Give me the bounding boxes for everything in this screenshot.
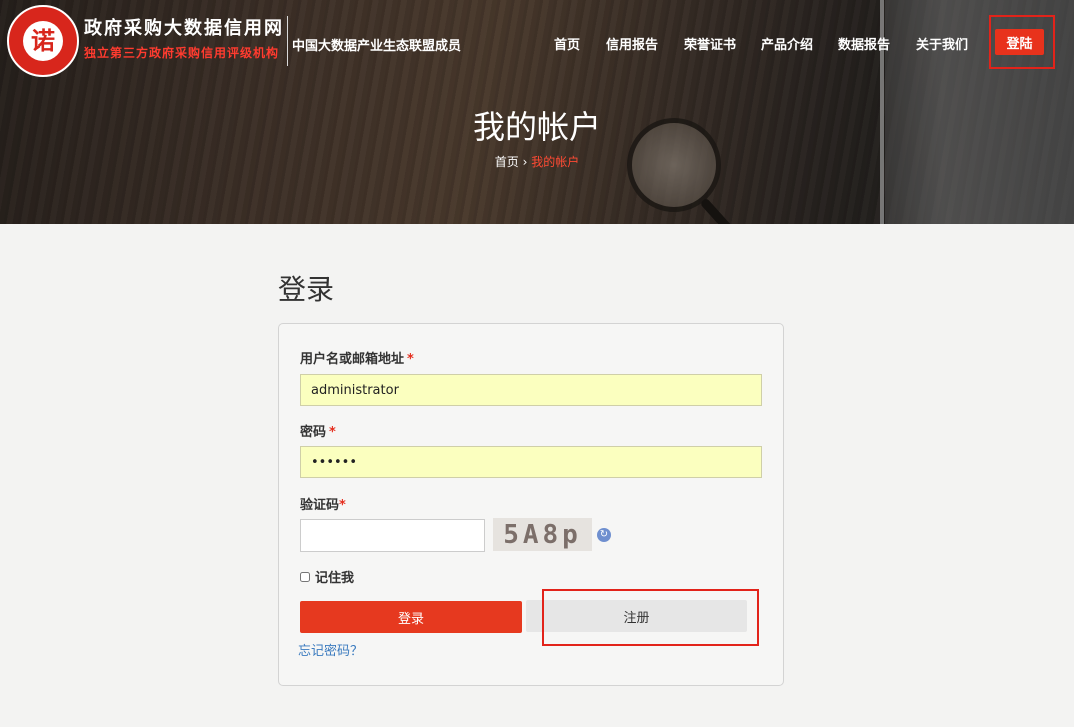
breadcrumb-home[interactable]: 首页 [495, 155, 519, 169]
logo-mark: 诺 [31, 26, 55, 55]
username-field[interactable] [300, 374, 762, 406]
highlight-box-register [542, 589, 759, 646]
nav-item-about[interactable]: 关于我们 [916, 34, 968, 53]
breadcrumb: 首页 › 我的帐户 [0, 153, 1074, 170]
nav-item-certificates[interactable]: 荣誉证书 [684, 34, 736, 53]
site-logo[interactable]: 诺 [7, 5, 79, 77]
logo-center: 诺 [23, 21, 63, 61]
captcha-text: 5A8p [503, 519, 582, 550]
login-button[interactable]: 登录 [300, 601, 522, 633]
page-title: 我的帐户 [472, 108, 601, 146]
nav-item-home[interactable]: 首页 [554, 34, 580, 53]
breadcrumb-separator: › [522, 155, 528, 169]
username-label-text: 用户名或邮箱地址 [300, 352, 405, 367]
site-tagline: 独立第三方政府采购信用评级机构 [84, 46, 280, 60]
password-field[interactable] [300, 446, 762, 478]
required-mark: * [329, 425, 336, 440]
login-title: 登录 [278, 273, 335, 306]
refresh-icon[interactable]: ↻ [597, 528, 611, 542]
remember-me[interactable]: 记住我 [300, 567, 354, 586]
remember-checkbox[interactable] [300, 571, 310, 582]
site-title[interactable]: 政府采购大数据信用网 [84, 14, 284, 40]
captcha-input[interactable] [300, 519, 485, 552]
username-label: 用户名或邮箱地址 * [300, 348, 414, 367]
nav-item-data-report[interactable]: 数据报告 [838, 34, 890, 53]
captcha-image[interactable]: 5A8p [493, 518, 592, 551]
password-label-text: 密码 [300, 425, 327, 440]
captcha-label: 验证码* [300, 494, 346, 513]
remember-label: 记住我 [315, 571, 355, 586]
required-mark: * [339, 498, 346, 513]
forgot-password-link[interactable]: 忘记密码？ [298, 640, 363, 659]
required-mark: * [407, 352, 414, 367]
header-divider [287, 16, 288, 66]
highlight-box-login [989, 15, 1055, 69]
breadcrumb-current: 我的帐户 [531, 155, 580, 169]
captcha-label-text: 验证码 [300, 498, 340, 513]
nav-item-products[interactable]: 产品介绍 [761, 34, 813, 53]
alliance-text: 中国大数据产业生态联盟成员 [292, 39, 462, 54]
password-label: 密码 * [300, 421, 336, 440]
nav-item-credit-report[interactable]: 信用报告 [606, 34, 658, 53]
hero-banner: 诺 政府采购大数据信用网 独立第三方政府采购信用评级机构 中国大数据产业生态联盟… [0, 0, 1074, 224]
